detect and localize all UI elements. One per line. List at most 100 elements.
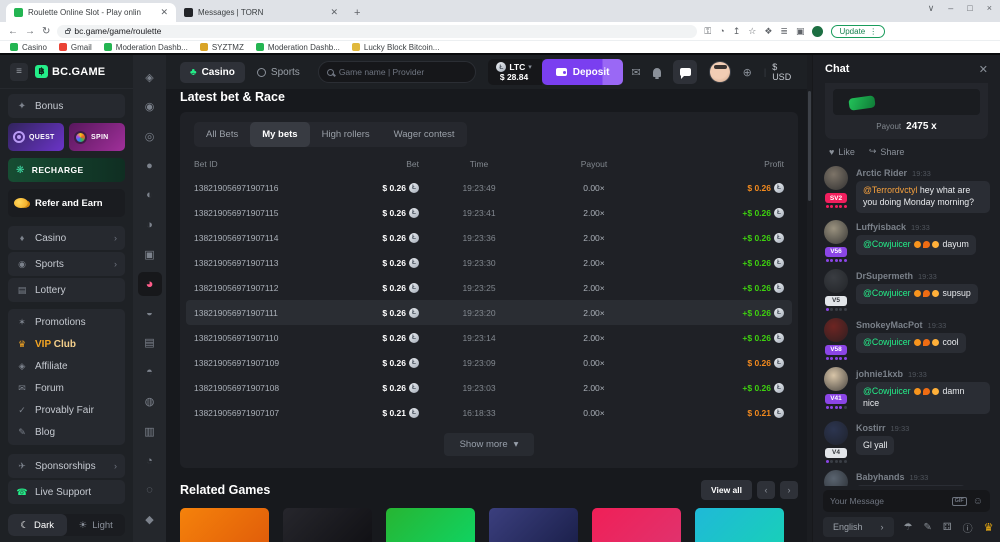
main-scrollbar[interactable] (807, 55, 812, 542)
game-thumbnail-green-cards-game[interactable] (386, 508, 475, 542)
user-mention[interactable]: @Cowjuicer (863, 386, 913, 396)
game-thumbnail-orange-game[interactable] (180, 508, 269, 542)
share-button[interactable]: ↪Share (869, 146, 905, 157)
table-row[interactable]: 138219056971907115$ 0.26Ł19:23:412.00×+$… (194, 200, 784, 225)
emoji-smiley-icon[interactable]: ☺ (973, 496, 983, 507)
chat-message[interactable]: V4Kostirr19:33Gl yall (823, 421, 990, 463)
update-button[interactable]: Update⋮ (831, 25, 885, 38)
search-games-icon[interactable]: ◈ (138, 65, 162, 89)
address-bar[interactable]: bc.game/game/roulette (57, 25, 697, 38)
table-row[interactable]: 138219056971907109$ 0.26Ł19:23:090.00×$ … (194, 350, 784, 375)
sidepanel-icon[interactable]: ▣ (796, 26, 805, 37)
hot-games-icon[interactable]: ◑ (138, 213, 162, 237)
browser-tab[interactable]: Messages | TORN✕ (176, 3, 346, 22)
game-thumbnail-teal-fruit-game[interactable] (695, 508, 784, 542)
table-row[interactable]: 138219056971907111$ 0.26Ł19:23:202.00×+$… (186, 300, 792, 325)
chat-message[interactable]: V5DrSupermeth19:33@Cowjuicer supsup (823, 269, 990, 311)
sidebar-item-casino[interactable]: ♦Casino› (8, 226, 125, 250)
roulette-icon[interactable]: ◕ (138, 272, 162, 296)
tab-casino[interactable]: ♣ Casino (180, 62, 245, 83)
gif-icon[interactable]: GIF (952, 497, 967, 506)
bookmark-item[interactable]: SYZTMZ (200, 43, 244, 52)
bc-originals-icon[interactable]: ● (138, 154, 162, 178)
poker-icon[interactable]: ◓ (138, 360, 162, 384)
user-mention[interactable]: @Cowjuicer (863, 239, 913, 249)
back-button[interactable]: ← (8, 26, 18, 37)
table-row[interactable]: 138219056971907107$ 0.21Ł16:18:330.00×$ … (194, 400, 784, 425)
user-mention[interactable]: @Cowjuicer (863, 337, 913, 347)
chat-toggle-button[interactable] (673, 60, 697, 84)
new-releases-icon[interactable]: ◆ (138, 508, 162, 532)
bet-tab-wager-contest[interactable]: Wager contest (382, 122, 467, 147)
key-icon[interactable]: ⚿ (704, 26, 711, 37)
coins-icon[interactable]: ◐ (138, 183, 162, 207)
sidebar-item-forum[interactable]: ✉Forum (8, 377, 125, 399)
user-mention[interactable]: @Terrordvctyl (863, 185, 920, 195)
recharge-tile[interactable]: ❋ RECHARGE (8, 158, 125, 182)
quest-tile[interactable]: QUEST (8, 123, 64, 151)
maximize-button[interactable]: □ (967, 3, 972, 14)
bookmark-item[interactable]: Moderation Dashb... (104, 43, 188, 52)
sidebar-item-lottery[interactable]: ▤Lottery (8, 278, 125, 302)
bet-tab-my-bets[interactable]: My bets (250, 122, 309, 147)
sidebar-item-sports[interactable]: ◉Sports› (8, 252, 125, 276)
bookmark-item[interactable]: Moderation Dashb... (256, 43, 340, 52)
sidebar-item-blog[interactable]: ✎Blog (8, 421, 125, 443)
globe-icon[interactable]: ⊕ (743, 66, 752, 79)
tab-close-icon[interactable]: ✕ (160, 7, 168, 18)
sidebar-item-affiliate[interactable]: ◈Affiliate (8, 355, 125, 377)
close-icon[interactable]: ✕ (979, 63, 988, 76)
spin-tile[interactable]: SPIN (69, 123, 125, 151)
language-selector[interactable]: English › (823, 517, 894, 537)
frame-games-icon[interactable]: ▣ (138, 242, 162, 266)
table-row[interactable]: 138219056971907113$ 0.26Ł19:23:302.00×+$… (194, 250, 784, 275)
table-row[interactable]: 138219056971907108$ 0.26Ł19:23:032.00×+$… (194, 375, 784, 400)
rules-pencil-icon[interactable]: ✎ (924, 522, 932, 533)
list-icon[interactable]: ≣ (780, 26, 788, 37)
game-thumbnail-night-city-game[interactable] (489, 508, 578, 542)
rain-icon[interactable]: ☂ (904, 522, 913, 533)
balance-selector[interactable]: Ł LTC ▾ $ 28.84 (488, 59, 541, 85)
close-window-button[interactable]: × (987, 3, 992, 14)
forward-button[interactable]: → (25, 26, 35, 37)
table-row[interactable]: 138219056971907112$ 0.26Ł19:23:252.00×+$… (194, 275, 784, 300)
chat-message-input[interactable]: GIF ☺ (823, 490, 990, 512)
bet-tab-all-bets[interactable]: All Bets (194, 122, 250, 147)
bcgame-logo[interactable]: ฿ BC.GAME (35, 65, 105, 78)
deposit-button[interactable]: Deposit (542, 59, 624, 85)
sidebar-item-promotions[interactable]: ✶Promotions (8, 311, 125, 333)
sidebar-item-bonus[interactable]: ✦ Bonus (8, 94, 125, 118)
game-shows-icon[interactable]: ▥ (138, 419, 162, 443)
profile-avatar[interactable] (812, 26, 823, 37)
user-avatar[interactable] (709, 61, 731, 83)
bookmark-item[interactable]: Casino (10, 43, 47, 52)
sports-icon[interactable]: ◎ (138, 124, 162, 148)
sidebar-item-sponsorships[interactable]: ✈Sponsorships› (8, 454, 125, 478)
game-thumbnail-black-cat-game[interactable] (283, 508, 372, 542)
scrollbar-thumb[interactable] (808, 91, 811, 201)
extensions-icon[interactable]: ❖ (764, 26, 772, 37)
info-icon[interactable]: ⓘ (963, 520, 973, 535)
notifications-bell-icon[interactable] (653, 68, 662, 77)
search-input[interactable] (339, 67, 468, 77)
refer-and-earn[interactable]: Refer and Earn (8, 189, 125, 217)
carousel-next-button[interactable]: › (780, 481, 798, 499)
slots-icon[interactable]: ◉ (138, 95, 162, 119)
sidebar-item-provably-fair[interactable]: ✓Provably Fair (8, 399, 125, 421)
shared-bet-card[interactable]: Payout 2475 x (825, 83, 988, 139)
bookmark-star-icon[interactable]: ☆ (748, 26, 756, 37)
game-thumbnail-pink-game[interactable] (592, 508, 681, 542)
table-row[interactable]: 138219056971907114$ 0.26Ł19:23:362.00×+$… (194, 225, 784, 250)
chat-message[interactable]: SV2Arctic Rider19:33@Terrordvctyl hey wh… (823, 166, 990, 213)
bet-tab-high-rollers[interactable]: High rollers (310, 122, 382, 147)
table-games-icon[interactable]: ◍ (138, 390, 162, 414)
bookmark-item[interactable]: Gmail (59, 43, 92, 52)
message-input[interactable] (830, 496, 946, 506)
menu-chevron-icon[interactable]: ∨ (928, 3, 935, 14)
table-row[interactable]: 138219056971907116$ 0.26Ł19:23:490.00×$ … (194, 175, 784, 200)
bookmark-item[interactable]: Lucky Block Bitcoin... (352, 43, 440, 52)
share-icon[interactable]: ↥ (733, 26, 741, 37)
light-mode-button[interactable]: ☀ Light (67, 514, 126, 536)
sidebar-item-live-support[interactable]: ☎Live Support (8, 480, 125, 504)
game-search[interactable] (318, 61, 477, 83)
